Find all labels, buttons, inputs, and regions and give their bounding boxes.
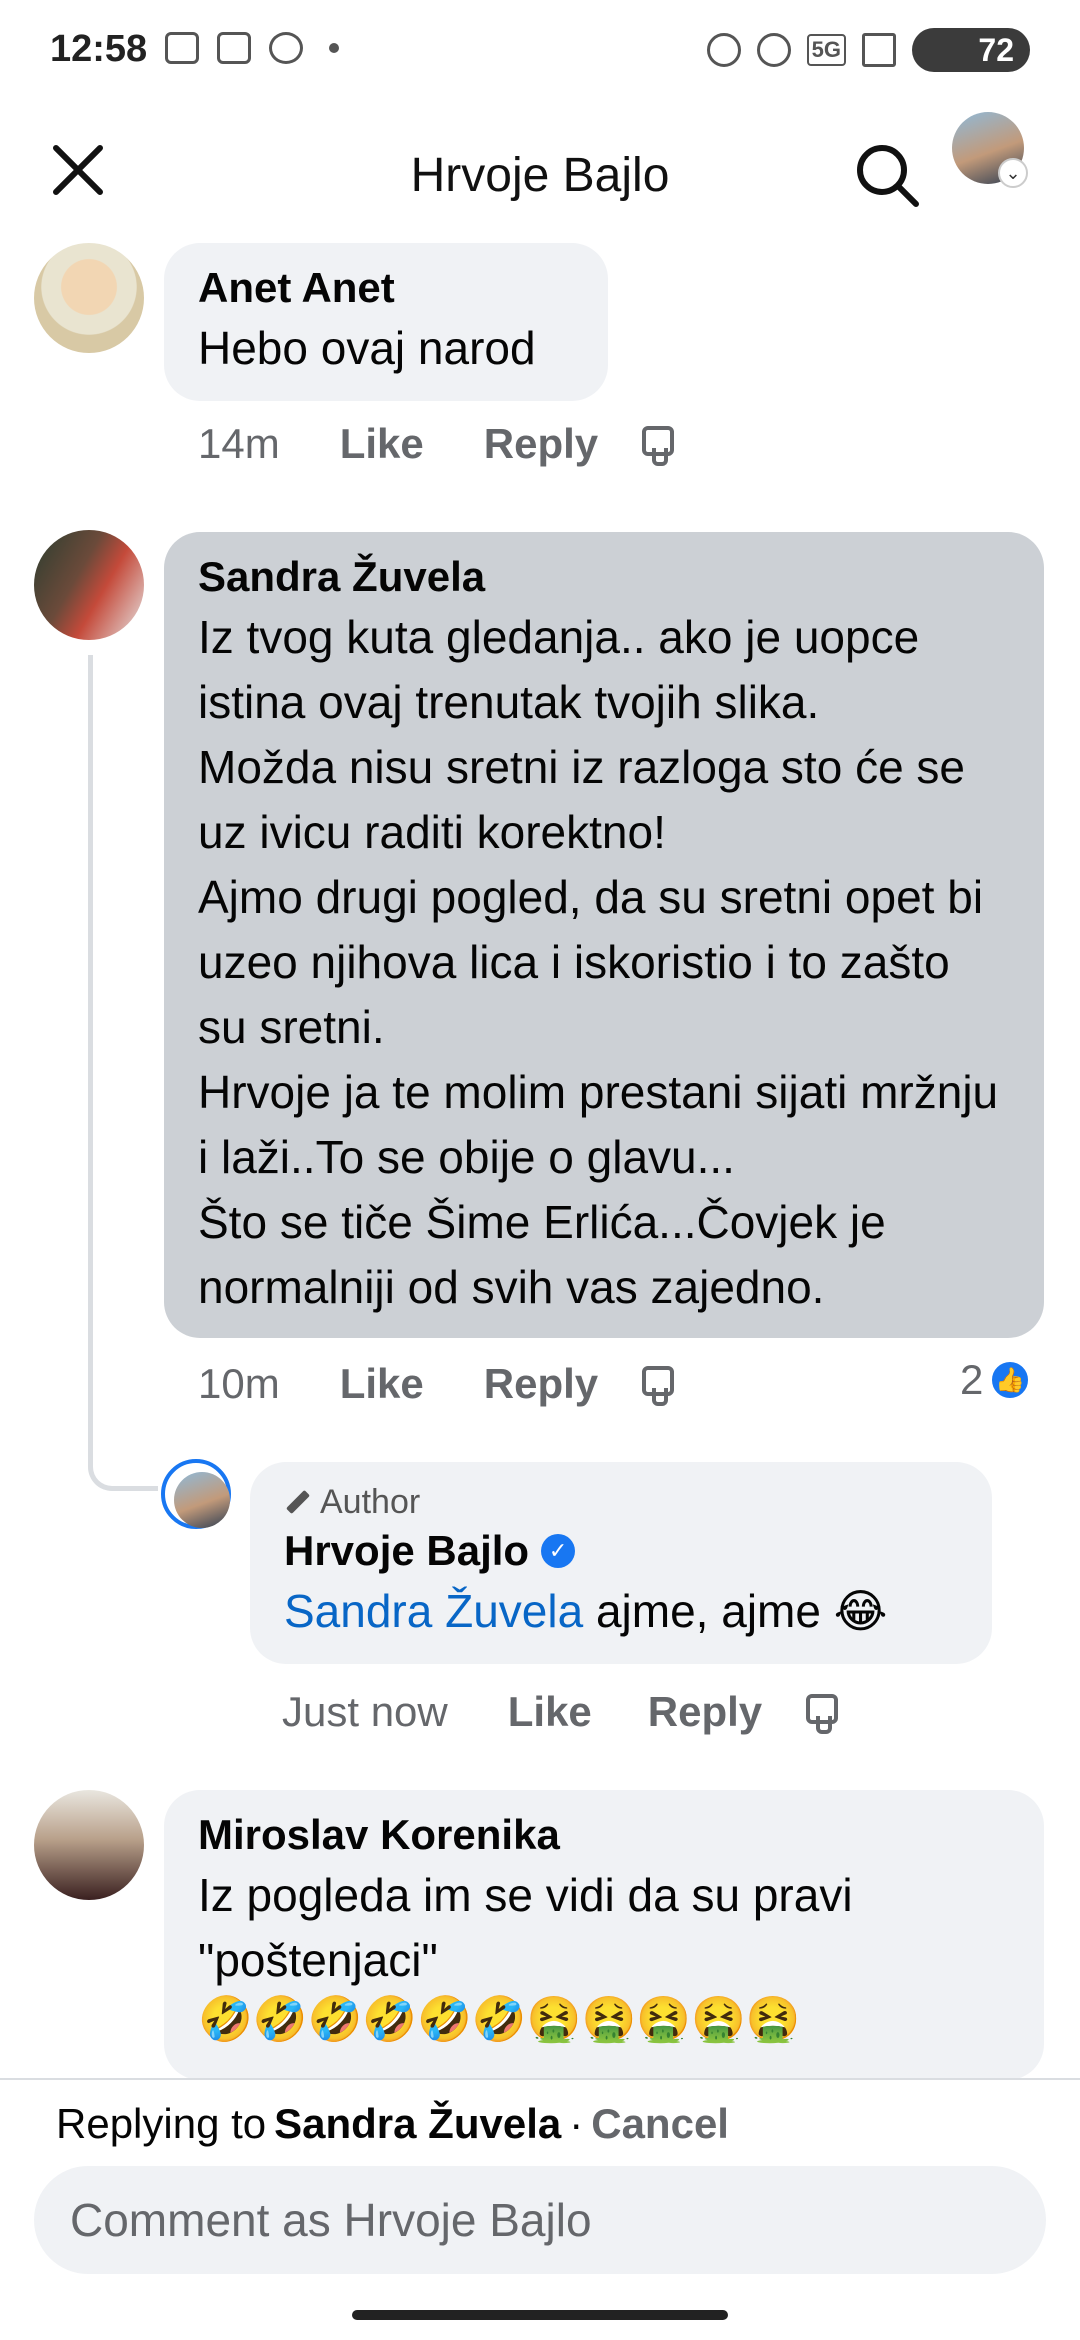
comment-author[interactable]: Sandra Žuvela bbox=[198, 550, 1010, 605]
comment-input[interactable] bbox=[34, 2166, 1046, 2274]
comment-time: 10m bbox=[198, 1360, 280, 1407]
pen-icon bbox=[284, 1489, 310, 1515]
signal-icon bbox=[862, 33, 896, 67]
card-icon bbox=[217, 32, 251, 64]
like-button[interactable]: Like bbox=[340, 420, 424, 468]
cancel-reply-button[interactable]: Cancel bbox=[591, 2100, 729, 2148]
comment-bubble[interactable]: Miroslav Korenika Iz pogleda im se vidi … bbox=[164, 1790, 1044, 2080]
comment-time: 14m bbox=[198, 420, 280, 467]
avatar-anet-anet[interactable] bbox=[34, 243, 144, 353]
comment-author[interactable]: Miroslav Korenika bbox=[198, 1808, 1010, 1863]
screenshot-icon bbox=[165, 32, 199, 64]
mute-icon bbox=[706, 33, 741, 67]
reaction-summary[interactable]: 2 👍 bbox=[960, 1356, 1032, 1404]
mention-link[interactable]: Sandra Žuvela bbox=[284, 1585, 583, 1637]
comment-text: Iz pogleda im se vidi da su pravi "pošte… bbox=[198, 1868, 853, 1986]
comment-actions: 10m Like Reply bbox=[198, 1360, 678, 1408]
comment-time: Just now bbox=[282, 1688, 448, 1735]
comment-bubble-highlighted[interactable]: Sandra Žuvela Iz tvog kuta gledanja.. ak… bbox=[164, 532, 1044, 1338]
like-button[interactable]: Like bbox=[508, 1688, 592, 1736]
status-bar: 12:58 5G 72 bbox=[0, 0, 1080, 100]
replying-prefix: Replying to bbox=[56, 2100, 267, 2147]
home-indicator[interactable] bbox=[352, 2310, 728, 2320]
replying-to-banner: Replying to Sandra Žuvela · Cancel bbox=[56, 2100, 729, 2148]
author-badge: Author bbox=[284, 1480, 958, 1524]
reaction-count: 2 bbox=[960, 1356, 984, 1403]
reply-button[interactable]: Reply bbox=[648, 1688, 762, 1736]
avatar-sandra-zuvela[interactable] bbox=[34, 530, 144, 640]
thumbs-up-icon: 👍 bbox=[989, 1359, 1032, 1401]
avatar-hrvoje-bajlo[interactable] bbox=[174, 1472, 230, 1528]
comment-author[interactable]: Anet Anet bbox=[198, 261, 574, 316]
tiktok-icon bbox=[269, 32, 303, 64]
thumbs-down-icon[interactable] bbox=[634, 422, 678, 466]
emoji-row: 🤣🤣🤣🤣🤣🤣🤮🤮🤮🤮🤮 bbox=[198, 1994, 801, 2044]
avatar-miroslav-korenika[interactable] bbox=[34, 1790, 144, 1900]
notification-icons bbox=[165, 32, 339, 64]
battery-level: 72 bbox=[978, 31, 1014, 68]
verified-badge-icon: ✓ bbox=[541, 1534, 576, 1569]
separator: · bbox=[569, 2100, 584, 2147]
reply-button[interactable]: Reply bbox=[484, 1360, 598, 1408]
search-icon[interactable] bbox=[852, 140, 922, 210]
author-badge-label: Author bbox=[320, 1483, 421, 1521]
replying-target: Sandra Žuvela bbox=[274, 2100, 562, 2147]
battery-indicator: 72 bbox=[912, 28, 1030, 72]
comment-text: Sandra Žuvela ajme, ajme 😂 bbox=[284, 1579, 958, 1644]
reply-bubble[interactable]: Author Hrvoje Bajlo ✓ Sandra Žuvela ajme… bbox=[250, 1462, 992, 1664]
comment-actions: Just now Like Reply bbox=[282, 1688, 842, 1736]
like-button[interactable]: Like bbox=[340, 1360, 424, 1408]
thumbs-down-icon[interactable] bbox=[634, 1362, 678, 1406]
top-app-bar: Hrvoje Bajlo bbox=[0, 100, 1080, 250]
thread-connector bbox=[88, 655, 158, 1491]
comment-bubble[interactable]: Anet Anet Hebo ovaj narod bbox=[164, 243, 608, 401]
network-label: 5G bbox=[806, 34, 846, 66]
system-icons: 5G 72 bbox=[706, 28, 1030, 72]
author-row: Hrvoje Bajlo ✓ bbox=[284, 1524, 958, 1579]
status-time: 12:58 bbox=[50, 28, 148, 70]
reply-text: ajme, ajme 😂 bbox=[583, 1584, 888, 1637]
thumbs-down-icon[interactable] bbox=[798, 1690, 842, 1734]
reply-button[interactable]: Reply bbox=[484, 420, 598, 468]
comment-author[interactable]: Hrvoje Bajlo bbox=[284, 1524, 529, 1579]
comment-actions: 14m Like Reply bbox=[198, 420, 678, 468]
more-dot-icon bbox=[329, 43, 339, 53]
chevron-down-icon[interactable]: ⌄ bbox=[998, 158, 1028, 188]
hotspot-icon bbox=[756, 33, 791, 67]
comment-text: Iz tvog kuta gledanja.. ako je uopce ist… bbox=[198, 610, 999, 1313]
comment-text: Hebo ovaj narod bbox=[198, 321, 536, 374]
